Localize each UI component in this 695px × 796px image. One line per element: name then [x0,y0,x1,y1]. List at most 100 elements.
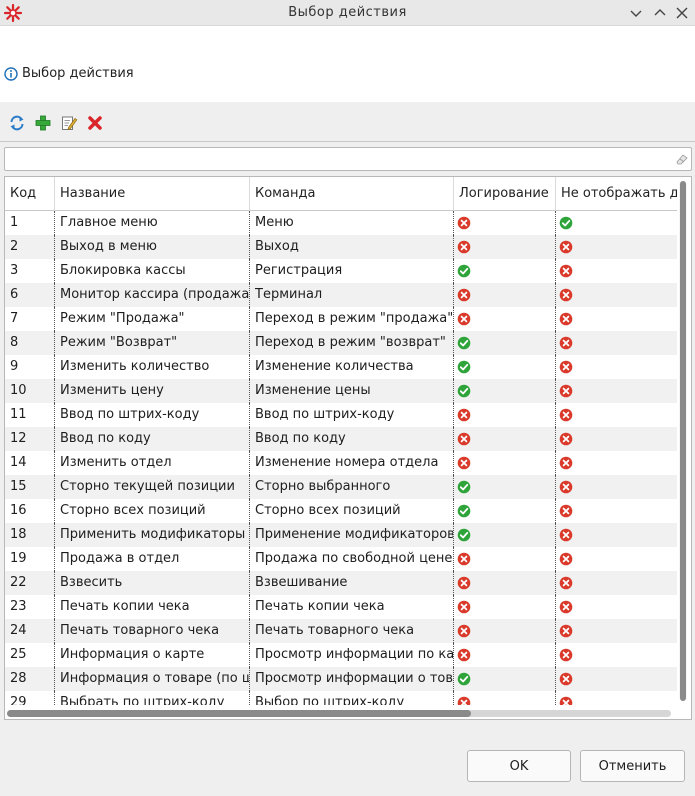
cell-hide[interactable] [556,379,677,403]
cell-logging[interactable] [454,619,556,643]
cell-logging[interactable] [454,355,556,379]
cell-logging[interactable] [454,379,556,403]
table-row[interactable]: 11 Ввод по штрих-коду Ввод по штрих-коду [5,403,677,427]
cell-code: 23 [5,595,55,619]
table-row[interactable]: 10 Изменить цену Изменение цены [5,379,677,403]
check-icon [457,264,471,278]
ok-button[interactable]: OK [467,750,571,782]
cell-hide[interactable] [556,523,677,547]
cell-name: Информация о карте [55,643,250,667]
cell-logging[interactable] [454,475,556,499]
cell-name: Выход в меню [55,235,250,259]
cell-hide[interactable] [556,259,677,283]
cell-hide[interactable] [556,667,677,691]
table-row[interactable]: 9 Изменить количество Изменение количества [5,355,677,379]
cell-hide[interactable] [556,475,677,499]
cell-hide[interactable] [556,307,677,331]
cell-code: 7 [5,307,55,331]
cell-hide[interactable] [556,619,677,643]
table-row[interactable]: 28 Информация о товаре (по шт Просмотр инф… [5,667,677,691]
cell-hide[interactable] [556,403,677,427]
add-icon[interactable] [34,114,52,132]
cell-name: Продажа в отдел [55,547,250,571]
horizontal-scrollbar-thumb[interactable] [7,710,471,717]
vertical-scrollbar-thumb[interactable] [680,181,686,701]
filter-field[interactable] [4,147,692,171]
cell-name: Изменить количество [55,355,250,379]
cell-logging[interactable] [454,451,556,475]
cell-logging[interactable] [454,523,556,547]
cell-hide[interactable] [556,643,677,667]
delete-icon[interactable] [86,114,104,132]
column-header-hide[interactable]: Не отображать де [556,177,677,211]
cell-logging[interactable] [454,403,556,427]
horizontal-scrollbar[interactable] [7,710,671,717]
cell-hide[interactable] [556,211,677,235]
cell-hide[interactable] [556,427,677,451]
cross-icon [457,648,471,662]
table-row[interactable]: 23 Печать копии чека Печать копии чека [5,595,677,619]
cross-icon [559,528,573,542]
cell-logging[interactable] [454,643,556,667]
close-icon[interactable] [672,3,692,23]
table-row[interactable]: 8 Режим "Возврат" Переход в режим "возврат… [5,331,677,355]
column-header-logging[interactable]: Логирование [454,177,556,211]
cross-icon [559,672,573,686]
table-row[interactable]: 19 Продажа в отдел Продажа по свободной це… [5,547,677,571]
column-header-code[interactable]: Код [5,177,55,211]
table-row[interactable]: 15 Сторно текущей позиции Сторно выбранног… [5,475,677,499]
check-icon [457,528,471,542]
cell-logging[interactable] [454,595,556,619]
table-row[interactable]: 7 Режим "Продажа" Переход в режим "продажа… [5,307,677,331]
cell-hide[interactable] [556,451,677,475]
column-header-name[interactable]: Название [55,177,250,211]
table-row[interactable]: 16 Сторно всех позиций Сторно всех позиций [5,499,677,523]
table-row[interactable]: 25 Информация о карте Просмотр информации … [5,643,677,667]
table-row[interactable]: 18 Применить модификаторы к Применение мод… [5,523,677,547]
cell-logging[interactable] [454,427,556,451]
cell-hide[interactable] [556,283,677,307]
cell-logging[interactable] [454,259,556,283]
cell-name: Печать товарного чека [55,619,250,643]
cell-command: Регистрация [250,259,454,283]
cell-logging[interactable] [454,547,556,571]
vertical-scrollbar[interactable] [679,181,687,701]
cell-hide[interactable] [556,499,677,523]
table-row[interactable]: 29 Выбрать по штрих-коду Выбор по штрих-ко… [5,691,677,705]
cell-logging[interactable] [454,307,556,331]
cell-hide[interactable] [556,595,677,619]
cell-hide[interactable] [556,547,677,571]
cell-hide[interactable] [556,691,677,705]
table-row[interactable]: 3 Блокировка кассы Регистрация [5,259,677,283]
cell-code: 29 [5,691,55,705]
cell-logging[interactable] [454,211,556,235]
cell-hide[interactable] [556,235,677,259]
refresh-icon[interactable] [8,114,26,132]
cell-hide[interactable] [556,571,677,595]
cell-hide[interactable] [556,355,677,379]
table-row[interactable]: 22 Взвесить Взвешивание [5,571,677,595]
maximize-icon[interactable] [650,3,670,23]
table-row[interactable]: 14 Изменить отдел Изменение номера отдела [5,451,677,475]
filter-input[interactable] [5,148,691,170]
table-row[interactable]: 12 Ввод по коду Ввод по коду [5,427,677,451]
cell-logging[interactable] [454,499,556,523]
table-row[interactable]: 6 Монитор кассира (продажа) Терминал [5,283,677,307]
clear-filter-icon[interactable] [676,153,688,165]
cell-logging[interactable] [454,571,556,595]
cross-icon [559,288,573,302]
cross-icon [559,312,573,326]
cell-logging[interactable] [454,691,556,705]
cancel-button[interactable]: Отменить [580,750,685,782]
table-row[interactable]: 1 Главное меню Меню [5,211,677,235]
table-row[interactable]: 24 Печать товарного чека Печать товарного … [5,619,677,643]
cell-hide[interactable] [556,331,677,355]
minimize-icon[interactable] [626,3,646,23]
column-header-command[interactable]: Команда [250,177,454,211]
cell-logging[interactable] [454,331,556,355]
cell-logging[interactable] [454,235,556,259]
table-row[interactable]: 2 Выход в меню Выход [5,235,677,259]
cell-logging[interactable] [454,667,556,691]
edit-icon[interactable] [60,114,78,132]
cell-logging[interactable] [454,283,556,307]
